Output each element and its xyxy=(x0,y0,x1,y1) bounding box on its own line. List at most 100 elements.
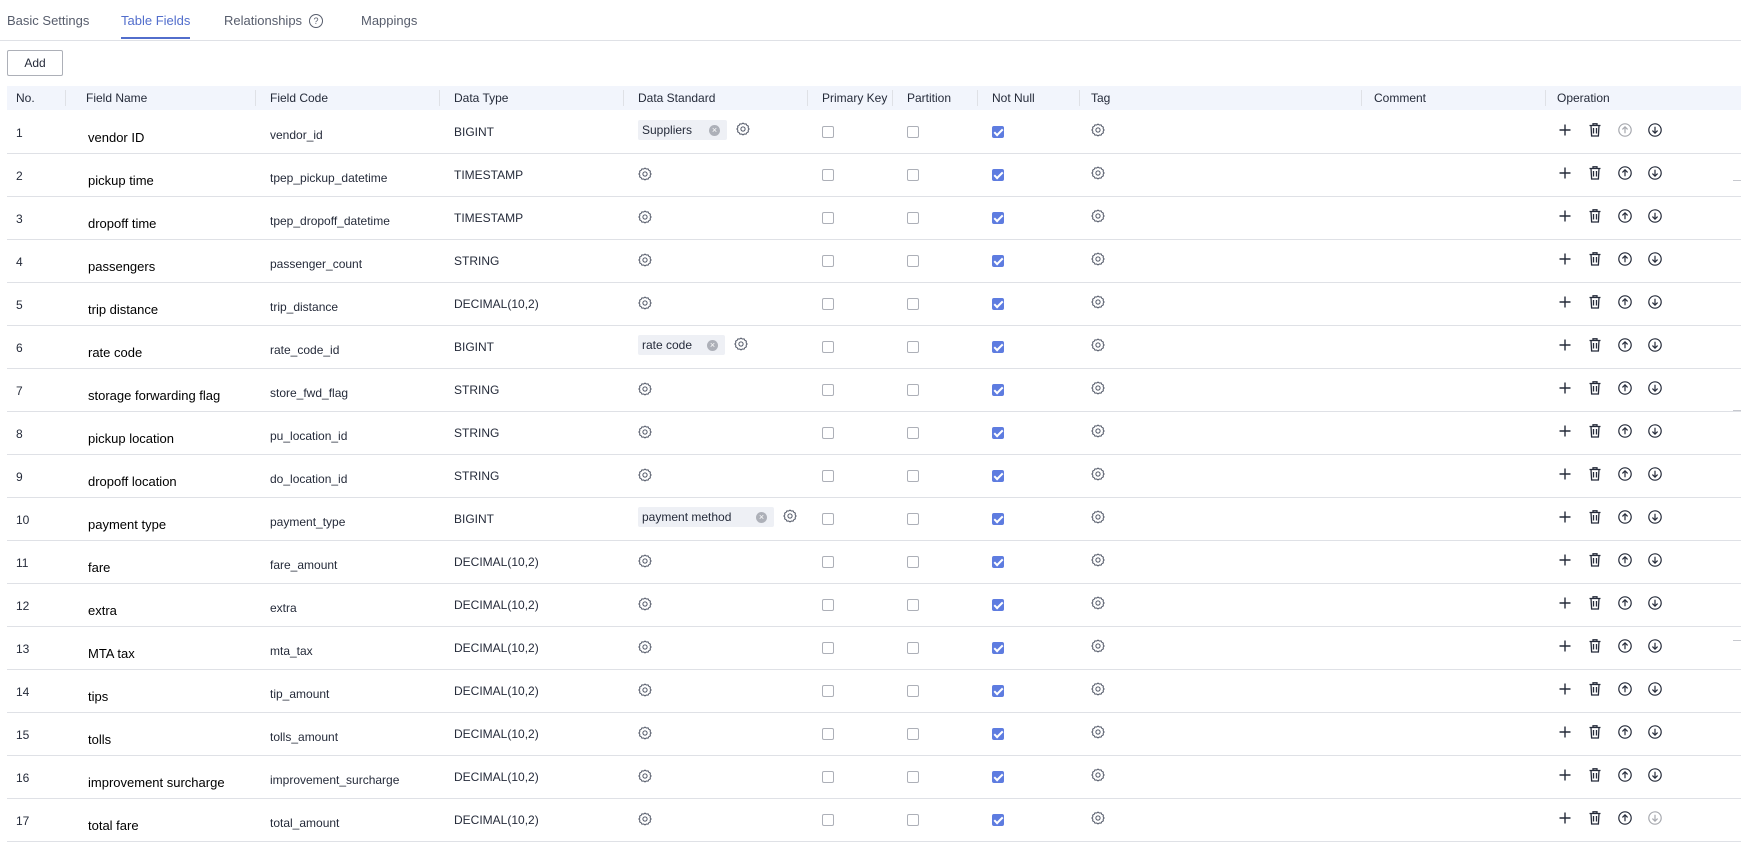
arrow-down-circle-icon[interactable] xyxy=(1647,466,1663,482)
plus-icon[interactable] xyxy=(1557,466,1573,482)
arrow-down-circle-icon[interactable] xyxy=(1647,724,1663,740)
gear-icon[interactable] xyxy=(1091,682,1105,696)
partition-checkbox[interactable] xyxy=(907,771,919,783)
gear-icon[interactable] xyxy=(1091,467,1105,481)
gear-icon[interactable] xyxy=(734,337,748,351)
arrow-down-circle-icon[interactable] xyxy=(1647,638,1663,654)
primary-key-checkbox[interactable] xyxy=(822,556,834,568)
arrow-down-circle-icon[interactable] xyxy=(1647,251,1663,267)
plus-icon[interactable] xyxy=(1557,294,1573,310)
primary-key-checkbox[interactable] xyxy=(822,169,834,181)
trash-icon[interactable] xyxy=(1587,423,1603,439)
not-null-checkbox[interactable] xyxy=(992,470,1004,482)
not-null-checkbox[interactable] xyxy=(992,427,1004,439)
not-null-checkbox[interactable] xyxy=(992,771,1004,783)
gear-icon[interactable] xyxy=(1091,510,1105,524)
arrow-up-circle-icon[interactable] xyxy=(1617,251,1633,267)
trash-icon[interactable] xyxy=(1587,122,1603,138)
plus-icon[interactable] xyxy=(1557,208,1573,224)
plus-icon[interactable] xyxy=(1557,638,1573,654)
trash-icon[interactable] xyxy=(1587,294,1603,310)
primary-key-checkbox[interactable] xyxy=(822,685,834,697)
column-divider[interactable] xyxy=(977,90,978,106)
primary-key-checkbox[interactable] xyxy=(822,814,834,826)
field-code[interactable]: pu_location_id xyxy=(270,429,347,443)
field-name[interactable]: extra xyxy=(88,603,117,618)
plus-icon[interactable] xyxy=(1557,767,1573,783)
not-null-checkbox[interactable] xyxy=(992,728,1004,740)
not-null-checkbox[interactable] xyxy=(992,814,1004,826)
field-code[interactable]: extra xyxy=(270,601,297,615)
gear-icon[interactable] xyxy=(1091,209,1105,223)
gear-icon[interactable] xyxy=(1091,381,1105,395)
arrow-down-circle-icon[interactable] xyxy=(1647,509,1663,525)
tab-basic-settings[interactable]: Basic Settings xyxy=(7,13,89,28)
field-name[interactable]: pickup location xyxy=(88,431,174,446)
field-code[interactable]: fare_amount xyxy=(270,558,337,572)
gear-icon[interactable] xyxy=(1091,596,1105,610)
field-code[interactable]: total_amount xyxy=(270,816,339,830)
primary-key-checkbox[interactable] xyxy=(822,728,834,740)
partition-checkbox[interactable] xyxy=(907,642,919,654)
partition-checkbox[interactable] xyxy=(907,814,919,826)
field-name[interactable]: trip distance xyxy=(88,302,158,317)
field-code[interactable]: vendor_id xyxy=(270,128,323,142)
data-type[interactable]: BIGINT xyxy=(454,512,494,526)
arrow-up-circle-icon[interactable] xyxy=(1617,724,1633,740)
not-null-checkbox[interactable] xyxy=(992,341,1004,353)
data-type[interactable]: TIMESTAMP xyxy=(454,168,523,182)
arrow-up-circle-icon[interactable] xyxy=(1617,681,1633,697)
plus-icon[interactable] xyxy=(1557,251,1573,267)
not-null-checkbox[interactable] xyxy=(992,384,1004,396)
gear-icon[interactable] xyxy=(1091,553,1105,567)
field-name[interactable]: storage forwarding flag xyxy=(88,388,220,403)
partition-checkbox[interactable] xyxy=(907,384,919,396)
field-name[interactable]: pickup time xyxy=(88,173,154,188)
column-divider[interactable] xyxy=(1545,90,1546,106)
field-code[interactable]: passenger_count xyxy=(270,257,362,271)
trash-icon[interactable] xyxy=(1587,638,1603,654)
column-divider[interactable] xyxy=(807,90,808,106)
field-name[interactable]: dropoff time xyxy=(88,216,156,231)
plus-icon[interactable] xyxy=(1557,509,1573,525)
arrow-up-circle-icon[interactable] xyxy=(1617,595,1633,611)
gear-icon[interactable] xyxy=(1091,725,1105,739)
data-type[interactable]: STRING xyxy=(454,426,499,440)
arrow-down-circle-icon[interactable] xyxy=(1647,380,1663,396)
trash-icon[interactable] xyxy=(1587,208,1603,224)
data-type[interactable]: DECIMAL(10,2) xyxy=(454,555,539,569)
gear-icon[interactable] xyxy=(638,210,652,224)
partition-checkbox[interactable] xyxy=(907,341,919,353)
arrow-up-circle-icon[interactable] xyxy=(1617,294,1633,310)
field-code[interactable]: tpep_dropoff_datetime xyxy=(270,214,390,228)
gear-icon[interactable] xyxy=(783,509,797,523)
not-null-checkbox[interactable] xyxy=(992,169,1004,181)
gear-icon[interactable] xyxy=(638,640,652,654)
plus-icon[interactable] xyxy=(1557,337,1573,353)
help-circle-icon[interactable]: ? xyxy=(309,14,324,28)
primary-key-checkbox[interactable] xyxy=(822,599,834,611)
gear-icon[interactable] xyxy=(736,122,750,136)
arrow-up-circle-icon[interactable] xyxy=(1617,509,1633,525)
data-type[interactable]: DECIMAL(10,2) xyxy=(454,727,539,741)
arrow-down-circle-icon[interactable] xyxy=(1647,552,1663,568)
gear-icon[interactable] xyxy=(638,597,652,611)
field-name[interactable]: tolls xyxy=(88,732,111,747)
partition-checkbox[interactable] xyxy=(907,470,919,482)
column-divider[interactable] xyxy=(255,90,256,106)
arrow-up-circle-icon[interactable] xyxy=(1617,423,1633,439)
data-type[interactable]: BIGINT xyxy=(454,340,494,354)
column-divider[interactable] xyxy=(65,90,66,106)
arrow-up-circle-icon[interactable] xyxy=(1617,380,1633,396)
primary-key-checkbox[interactable] xyxy=(822,255,834,267)
not-null-checkbox[interactable] xyxy=(992,126,1004,138)
not-null-checkbox[interactable] xyxy=(992,685,1004,697)
tab-table-fields[interactable]: Table Fields xyxy=(121,13,191,39)
primary-key-checkbox[interactable] xyxy=(822,384,834,396)
trash-icon[interactable] xyxy=(1587,337,1603,353)
partition-checkbox[interactable] xyxy=(907,599,919,611)
field-code[interactable]: do_location_id xyxy=(270,472,347,486)
trash-icon[interactable] xyxy=(1587,767,1603,783)
plus-icon[interactable] xyxy=(1557,681,1573,697)
gear-icon[interactable] xyxy=(638,769,652,783)
